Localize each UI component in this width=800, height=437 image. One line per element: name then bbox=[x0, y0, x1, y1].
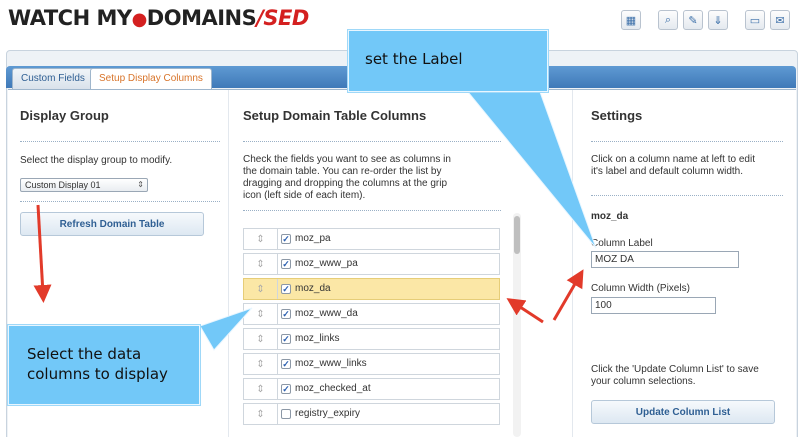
column-checkbox[interactable]: ✓ bbox=[281, 259, 291, 269]
divider bbox=[243, 141, 501, 142]
list-item[interactable]: ⇕ ✓ moz_checked_at bbox=[243, 378, 500, 400]
list-item[interactable]: ⇕ ✓ moz_www_links bbox=[243, 353, 500, 375]
callout-select-columns-line2: columns to display bbox=[27, 365, 168, 383]
column-checkbox[interactable]: ✓ bbox=[281, 234, 291, 244]
column-name[interactable]: moz_checked_at bbox=[295, 383, 371, 394]
folder-icon[interactable]: ▭ bbox=[745, 10, 765, 30]
column-divider bbox=[228, 90, 229, 437]
column-name[interactable]: moz_da bbox=[295, 283, 331, 294]
display-group-select[interactable]: Custom Display 01 ⇕ bbox=[20, 178, 148, 192]
divider bbox=[591, 195, 783, 196]
logo[interactable]: WATCH MY●DOMAINS/SED bbox=[8, 6, 309, 30]
list-item-selected[interactable]: ⇕ ✓ moz_da bbox=[243, 278, 500, 300]
display-group-select-value: Custom Display 01 bbox=[25, 180, 101, 190]
list-item[interactable]: ⇕ ✓ moz_pa bbox=[243, 228, 500, 250]
select-arrows-icon: ⇕ bbox=[137, 180, 144, 189]
grip-icon[interactable]: ⇕ bbox=[244, 379, 278, 399]
grip-icon[interactable]: ⇕ bbox=[244, 404, 278, 424]
settings-title: Settings bbox=[591, 108, 643, 123]
display-group-title: Display Group bbox=[20, 108, 109, 123]
column-label-caption: Column Label bbox=[591, 238, 653, 249]
mail-icon[interactable]: ✉ bbox=[770, 10, 790, 30]
callout-set-label-text: set the Label bbox=[365, 50, 463, 68]
grip-icon[interactable]: ⇕ bbox=[244, 329, 278, 349]
grip-icon[interactable]: ⇕ bbox=[244, 254, 278, 274]
column-width-input[interactable]: 100 bbox=[591, 297, 716, 314]
setup-columns-instruction: Check the fields you want to see as colu… bbox=[243, 154, 451, 201]
callout-select-columns-line1: Select the data bbox=[27, 345, 142, 363]
toolbar: ▦ ⌕ ✎ ⇓ ▭ ✉ bbox=[616, 10, 790, 30]
callout-set-label: set the Label bbox=[348, 30, 548, 92]
column-divider bbox=[572, 90, 573, 437]
list-scrollbar-thumb[interactable] bbox=[514, 216, 520, 254]
column-name[interactable]: moz_www_links bbox=[295, 358, 367, 369]
logo-text-sed: /SED bbox=[256, 6, 309, 30]
column-label-input[interactable]: MOZ DA bbox=[591, 251, 739, 268]
logo-text-watch-my: WATCH MY bbox=[8, 6, 132, 30]
list-item[interactable]: ⇕ ✓ moz_www_pa bbox=[243, 253, 500, 275]
grip-icon[interactable]: ⇕ bbox=[244, 229, 278, 249]
grip-icon[interactable]: ⇕ bbox=[244, 279, 278, 299]
refresh-domain-table-button[interactable]: Refresh Domain Table bbox=[20, 212, 204, 236]
divider bbox=[20, 201, 220, 202]
column-name[interactable]: moz_links bbox=[295, 333, 339, 344]
logo-text-domains: DOMAINS bbox=[146, 6, 257, 30]
divider bbox=[591, 141, 783, 142]
column-name[interactable]: moz_pa bbox=[295, 233, 331, 244]
callout-select-columns: Select the data columns to display bbox=[8, 325, 200, 405]
column-name[interactable]: moz_www_da bbox=[295, 308, 358, 319]
update-note: Click the 'Update Column List' to save y… bbox=[591, 364, 759, 387]
column-name[interactable]: moz_www_pa bbox=[295, 258, 358, 269]
tab-custom-fields[interactable]: Custom Fields bbox=[12, 68, 94, 89]
grid-icon[interactable]: ▦ bbox=[621, 10, 641, 30]
settings-instruction: Click on a column name at left to edit i… bbox=[591, 154, 755, 177]
column-checkbox[interactable]: ✓ bbox=[281, 384, 291, 394]
grip-icon[interactable]: ⇕ bbox=[244, 354, 278, 374]
tab-setup-display-columns[interactable]: Setup Display Columns bbox=[90, 68, 212, 89]
display-group-instruction: Select the display group to modify. bbox=[20, 155, 173, 166]
search-doc-icon[interactable]: ⌕ bbox=[658, 10, 678, 30]
download-icon[interactable]: ⇓ bbox=[708, 10, 728, 30]
logo-dot: ● bbox=[131, 9, 148, 30]
grip-icon[interactable]: ⇕ bbox=[244, 304, 278, 324]
column-checkbox[interactable]: ✓ bbox=[281, 284, 291, 294]
column-list: ⇕ ✓ moz_pa ⇕ ✓ moz_www_pa ⇕ ✓ moz_da ⇕ ✓… bbox=[243, 225, 500, 437]
list-item[interactable]: ⇕ ✓ moz_links bbox=[243, 328, 500, 350]
column-name[interactable]: registry_expiry bbox=[295, 408, 360, 419]
column-width-caption: Column Width (Pixels) bbox=[591, 283, 690, 294]
column-checkbox[interactable]: ✓ bbox=[281, 309, 291, 319]
selected-field-name: moz_da bbox=[591, 211, 629, 222]
list-item[interactable]: ⇕ registry_expiry bbox=[243, 403, 500, 425]
update-column-list-button[interactable]: Update Column List bbox=[591, 400, 775, 424]
column-checkbox[interactable]: ✓ bbox=[281, 334, 291, 344]
divider bbox=[243, 210, 501, 211]
column-checkbox[interactable] bbox=[281, 409, 291, 419]
tools-icon[interactable]: ✎ bbox=[683, 10, 703, 30]
divider bbox=[20, 141, 220, 142]
setup-columns-title: Setup Domain Table Columns bbox=[243, 108, 427, 123]
column-checkbox[interactable]: ✓ bbox=[281, 359, 291, 369]
list-item[interactable]: ⇕ ✓ moz_www_da bbox=[243, 303, 500, 325]
